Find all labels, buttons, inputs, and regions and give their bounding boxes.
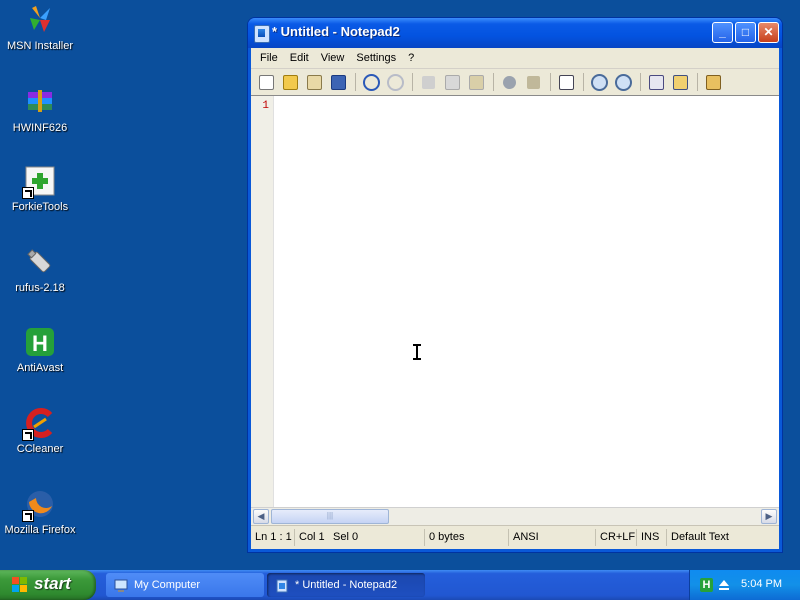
menu-settings[interactable]: Settings xyxy=(350,52,402,64)
winrar-archive-icon xyxy=(24,86,56,118)
taskbar-item-label: My Computer xyxy=(134,579,201,591)
find-icon[interactable] xyxy=(498,71,520,93)
toolbar-separator xyxy=(493,73,494,91)
desktop-icon-forkietools[interactable]: ForkieTools xyxy=(0,165,80,213)
zoom-out-icon[interactable] xyxy=(612,71,634,93)
toolbar-separator xyxy=(355,73,356,91)
status-position: Ln 1 : 1 xyxy=(251,529,295,546)
usb-drive-icon xyxy=(24,246,56,278)
undo-icon[interactable] xyxy=(360,71,382,93)
save-icon[interactable] xyxy=(327,71,349,93)
notepad2-app-icon[interactable] xyxy=(254,25,270,43)
desktop-icon-label: HWINF626 xyxy=(12,122,68,134)
word-wrap-icon[interactable] xyxy=(555,71,577,93)
safely-remove-hardware-icon[interactable] xyxy=(718,578,730,592)
start-label: start xyxy=(34,574,71,593)
taskbar-item-label: * Untitled - Notepad2 xyxy=(295,579,398,591)
desktop-icon-label: AntiAvast xyxy=(16,362,64,374)
desktop-icon-label: ForkieTools xyxy=(11,201,69,213)
maximize-button[interactable]: □ xyxy=(735,22,756,43)
paste-icon[interactable] xyxy=(465,71,487,93)
desktop-icon-msn-installer[interactable]: MSN Installer xyxy=(0,4,80,52)
menu-file[interactable]: File xyxy=(254,52,284,64)
menu-help[interactable]: ? xyxy=(402,52,420,64)
title-bar[interactable]: * Untitled - Notepad2 _ □ ✕ xyxy=(248,18,782,48)
antiavast-h-icon: H xyxy=(24,326,56,358)
new-file-icon[interactable] xyxy=(255,71,277,93)
line-number-gutter: 1 xyxy=(251,96,274,507)
toolbar-separator xyxy=(697,73,698,91)
taskbar-item-my-computer[interactable]: My Computer xyxy=(106,573,264,597)
desktop-icon-hwinf626[interactable]: HWINF626 xyxy=(0,86,80,134)
desktop-icon-rufus[interactable]: rufus-2.18 xyxy=(0,246,80,294)
notepad2-app-icon xyxy=(275,578,289,593)
desktop-icon-firefox[interactable]: Mozilla Firefox xyxy=(0,488,80,536)
status-sel: Sel 0 xyxy=(329,529,425,546)
taskbar: start My Computer * Untitled - Notepad2 … xyxy=(0,570,800,600)
windows-flag-icon xyxy=(12,577,28,593)
window-title: * Untitled - Notepad2 xyxy=(272,24,400,39)
desktop-icon-label: rufus-2.18 xyxy=(15,282,65,294)
msn-butterfly-icon xyxy=(24,4,56,36)
shortcut-arrow-icon xyxy=(22,429,34,441)
text-editor[interactable]: 1 xyxy=(251,95,779,507)
line-number: 1 xyxy=(262,100,269,112)
status-scheme[interactable]: Default Text xyxy=(667,529,733,546)
redo-icon[interactable] xyxy=(384,71,406,93)
ccleaner-icon xyxy=(22,407,56,441)
exit-icon[interactable] xyxy=(702,71,724,93)
status-encoding[interactable]: ANSI xyxy=(509,529,596,546)
scroll-right-button[interactable]: ▶ xyxy=(761,509,777,524)
my-computer-icon xyxy=(114,578,128,592)
toolbar-separator xyxy=(640,73,641,91)
status-bar: Ln 1 : 1 Col 1 Sel 0 0 bytes ANSI CR+LF … xyxy=(251,525,779,549)
menu-edit[interactable]: Edit xyxy=(284,52,315,64)
horizontal-scrollbar[interactable]: ◀ ||| ▶ xyxy=(251,507,779,525)
toolbar-separator xyxy=(583,73,584,91)
open-folder-icon[interactable] xyxy=(279,71,301,93)
desktop-icon-label: CCleaner xyxy=(16,443,64,455)
ibeam-cursor-icon xyxy=(413,344,421,360)
toolbar-separator xyxy=(412,73,413,91)
antiavast-tray-icon[interactable]: H xyxy=(700,578,713,592)
scrollbar-thumb[interactable]: ||| xyxy=(271,509,389,524)
desktop-icon-label: MSN Installer xyxy=(6,40,74,52)
desktop-icon-ccleaner[interactable]: CCleaner xyxy=(0,407,80,455)
scheme-icon[interactable] xyxy=(645,71,667,93)
toolbar xyxy=(251,69,779,96)
close-button[interactable]: ✕ xyxy=(758,22,779,43)
zoom-in-icon[interactable] xyxy=(588,71,610,93)
toolbar-separator xyxy=(550,73,551,91)
copy-icon[interactable] xyxy=(441,71,463,93)
replace-icon[interactable] xyxy=(522,71,544,93)
minimize-button[interactable]: _ xyxy=(712,22,733,43)
status-insert-mode[interactable]: INS xyxy=(637,529,667,546)
taskbar-item-notepad2[interactable]: * Untitled - Notepad2 xyxy=(267,573,425,597)
clock[interactable]: 5:04 PM xyxy=(741,578,782,590)
scroll-left-button[interactable]: ◀ xyxy=(253,509,269,524)
cut-icon[interactable] xyxy=(417,71,439,93)
firefox-icon xyxy=(22,488,56,522)
start-button[interactable]: start xyxy=(0,570,96,600)
status-size: 0 bytes xyxy=(425,529,509,546)
desktop-icon-label: Mozilla Firefox xyxy=(4,524,76,536)
system-tray: H 5:04 PM xyxy=(689,570,800,600)
customize-icon[interactable] xyxy=(669,71,691,93)
svg-text:H: H xyxy=(32,331,48,356)
window-client-area: File Edit View Settings ? 1 ◀ ||| ▶ Ln 1… xyxy=(251,48,779,549)
status-line-endings[interactable]: CR+LF xyxy=(596,529,637,546)
menu-view[interactable]: View xyxy=(315,52,351,64)
forkietools-icon xyxy=(22,165,56,199)
menu-bar: File Edit View Settings ? xyxy=(251,48,779,69)
shortcut-arrow-icon xyxy=(22,187,34,199)
status-col: Col 1 xyxy=(299,531,325,543)
notepad2-window[interactable]: * Untitled - Notepad2 _ □ ✕ File Edit Vi… xyxy=(248,18,782,552)
browse-icon[interactable] xyxy=(303,71,325,93)
desktop-icon-antiavast[interactable]: H AntiAvast xyxy=(0,326,80,374)
shortcut-arrow-icon xyxy=(22,510,34,522)
